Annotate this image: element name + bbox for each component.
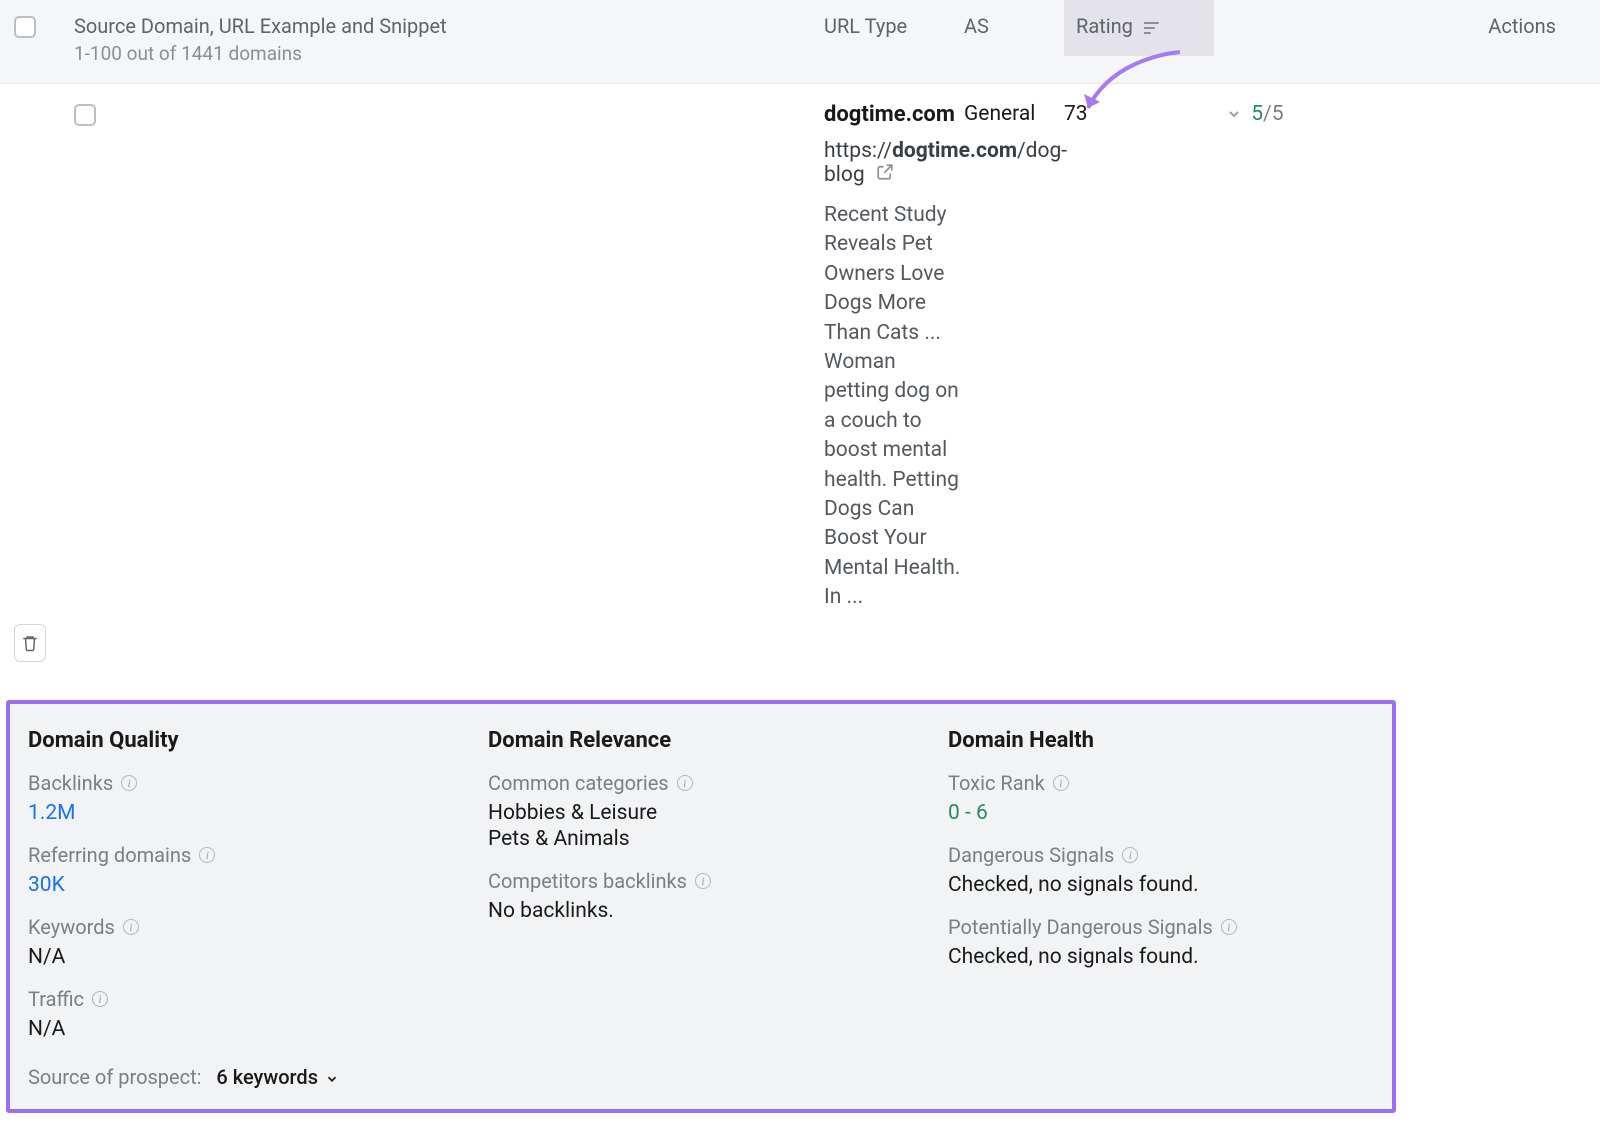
info-icon[interactable]: i [1053,775,1069,791]
info-icon[interactable]: i [695,873,711,889]
as-value: 73 [1064,102,1214,126]
domain-name: dogtime.com [824,102,964,127]
relevance-title: Domain Relevance [488,728,914,753]
chevron-down-icon[interactable] [1226,102,1242,126]
info-icon[interactable]: i [121,775,137,791]
info-icon[interactable]: i [123,919,139,935]
url-type-value: General [964,102,1064,126]
refdomains-label: Referring domainsi [28,843,454,867]
categories-label: Common categoriesi [488,771,914,795]
competitors-value: No backlinks. [488,899,914,923]
column-header-actions: Actions [1214,14,1586,38]
row-checkbox-wrap [74,102,824,131]
row-source: dogtime.com https://dogtime.com/dog-blog… [824,102,964,612]
dangerous-label: Dangerous Signalsi [948,843,1374,867]
url-line[interactable]: https://dogtime.com/dog-blog [824,139,964,187]
column-header-as[interactable]: AS [964,14,1064,38]
health-title: Domain Health [948,728,1374,753]
row-checkbox[interactable] [74,104,96,126]
refdomains-value[interactable]: 30K [28,873,454,897]
column-header-url-type[interactable]: URL Type [824,14,964,38]
backlinks-value[interactable]: 1.2M [28,801,454,825]
potentially-dangerous-value: Checked, no signals found. [948,945,1374,969]
toxic-value: 0 - 6 [948,801,1374,825]
rating-label-text: Rating [1076,14,1160,38]
backlinks-label: Backlinksi [28,771,454,795]
relevance-column: Domain Relevance Common categoriesi Hobb… [488,728,914,1089]
traffic-label: Traffici [28,987,454,1011]
select-all-checkbox[interactable] [14,16,36,38]
column-label: Source Domain, URL Example and Snippet [74,14,824,38]
snippet: Recent Study Reveals Pet Owners Love Dog… [824,201,964,612]
info-icon[interactable]: i [1221,919,1237,935]
header-checkbox[interactable] [14,14,74,43]
info-icon[interactable]: i [1122,847,1138,863]
source-of-prospect: Source of prospect: 6 keywords [28,1065,454,1089]
rows-count: 1-100 out of 1441 domains [74,42,824,65]
toxic-label: Toxic Ranki [948,771,1374,795]
trash-icon [21,634,39,652]
category-pets: Pets & Animals [488,827,914,851]
rating-value[interactable]: 5/5 [1214,102,1586,126]
potentially-dangerous-label: Potentially Dangerous Signalsi [948,915,1374,939]
column-header-rating[interactable]: Rating [1064,0,1214,56]
rating-denom: /5 [1263,102,1283,126]
sort-icon [1144,21,1160,35]
info-icon[interactable]: i [677,775,693,791]
table-row: dogtime.com https://dogtime.com/dog-blog… [0,84,1600,696]
column-header-source: Source Domain, URL Example and Snippet 1… [74,14,824,65]
info-icon[interactable]: i [92,991,108,1007]
traffic-value: N/A [28,1017,454,1041]
external-link-icon[interactable] [876,163,894,187]
keywords-label: Keywordsi [28,915,454,939]
quality-column: Domain Quality Backlinksi 1.2M Referring… [28,728,454,1089]
delete-button[interactable] [14,624,46,662]
keywords-value: N/A [28,945,454,969]
rating-num: 5 [1251,102,1263,126]
info-icon[interactable]: i [199,847,215,863]
dangerous-value: Checked, no signals found. [948,873,1374,897]
competitors-label: Competitors backlinksi [488,869,914,893]
source-dropdown[interactable]: 6 keywords [216,1065,339,1089]
category-hobbies: Hobbies & Leisure [488,801,914,825]
table-header: Source Domain, URL Example and Snippet 1… [0,0,1600,84]
health-column: Domain Health Toxic Ranki 0 - 6 Dangerou… [948,728,1374,1089]
quality-title: Domain Quality [28,728,454,753]
chevron-down-icon [325,1072,339,1086]
detail-panel: Domain Quality Backlinksi 1.2M Referring… [6,700,1396,1113]
row-actions: To In Progress [14,612,74,674]
